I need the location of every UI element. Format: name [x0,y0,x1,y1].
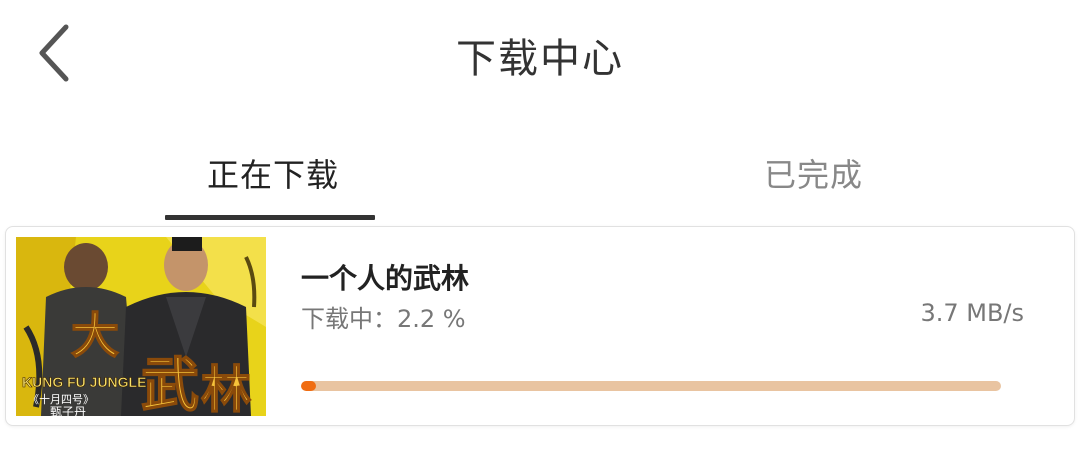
download-status: 下载中：2.2 % [301,299,466,334]
tab-completed[interactable]: 已完成 [764,150,863,196]
poster-title-glyph-2: 武 [141,351,199,416]
page-title: 下载中心 [456,36,624,82]
tab-downloading[interactable]: 正在下载 [207,150,339,196]
poster-image: 大 武 林 KUNG FU JUNGLE 《十月四号》 甄子丹 [16,237,266,416]
movie-poster: 大 武 林 KUNG FU JUNGLE 《十月四号》 甄子丹 [16,237,266,416]
poster-title-glyph-3: 林 [201,360,251,416]
active-tab-indicator [165,215,375,220]
tab-bar: 正在下载 已完成 [0,140,1080,220]
download-item[interactable]: 大 武 林 KUNG FU JUNGLE 《十月四号》 甄子丹 一个人的武林 下… [5,226,1075,426]
poster-actor-text: 甄子丹 [50,405,86,416]
header: 下载中心 [0,0,1080,110]
download-speed: 3.7 MB/s [920,299,1024,327]
status-label: 下载中： [301,305,397,333]
progress-percent: 2.2 % [397,305,466,333]
poster-english-title: KUNG FU JUNGLE [22,374,146,390]
progress-bar [301,381,1001,391]
poster-date-text: 《十月四号》 [28,392,94,406]
poster-title-glyph-1: 大 [71,308,119,364]
progress-bar-fill [301,381,317,391]
download-title: 一个人的武林 [301,262,470,295]
